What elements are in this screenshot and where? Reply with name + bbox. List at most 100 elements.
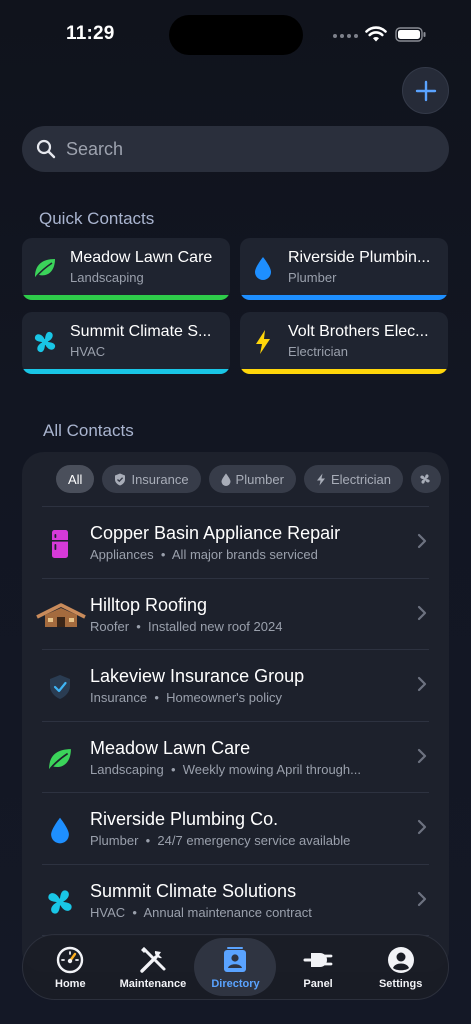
divider [42,720,429,722]
quick-contact-summit-climate[interactable]: Summit Climate S... HVAC [22,312,230,374]
list-item[interactable]: Summit Climate Solutions HVAC • Annual m… [22,863,449,936]
divider [42,577,429,579]
filter-chip-electrician[interactable]: Electrician [303,465,403,493]
filter-chip-all[interactable]: All [56,465,95,493]
shield-check-icon [42,669,78,705]
contact-subtitle: Roofer • Installed new roof 2024 [90,618,283,634]
contact-card-icon [220,945,250,975]
contacts-list: Copper Basin Appliance Repair Appliances… [22,506,449,972]
chevron-right-icon [417,605,427,620]
quick-contact-name: Meadow Lawn Care [70,249,213,266]
status-bar: 11:29 [0,0,471,70]
contact-subtitle: Landscaping • Weekly mowing April throug… [90,761,361,777]
tab-maintenance[interactable]: Maintenance [112,938,194,996]
quick-contacts-heading: Quick Contacts [39,209,155,228]
filter-chip-insurance[interactable]: Insurance [102,465,201,493]
tab-directory[interactable]: Directory [194,938,277,996]
contact-name: Hilltop Roofing [90,594,208,615]
quick-contact-name: Volt Brothers Elec... [288,323,429,340]
filter-chips: All Insurance Plumber Electrician [56,465,441,493]
tab-home[interactable]: Home [29,938,111,996]
wifi-icon [365,26,387,42]
fan-icon [420,474,430,484]
chevron-right-icon [417,819,427,835]
list-item[interactable]: Riverside Plumbing Co. Plumber • 24/7 em… [22,792,449,864]
category-color-bar [240,369,448,374]
tab-label: Settings [378,977,423,990]
tab-label: Panel [303,977,333,990]
quick-contact-category: Electrician [288,344,348,359]
list-item[interactable]: Copper Basin Appliance Repair Appliances… [22,506,449,578]
person-icon [386,945,416,975]
plug-icon [303,945,333,975]
shield-icon [115,473,126,485]
quick-contact-category: Landscaping [70,270,144,285]
house-roof-icon [34,598,88,634]
filter-chip-hvac[interactable] [410,465,441,493]
filter-chip-label: All [68,471,83,487]
leaf-icon [42,741,78,777]
divider [42,863,429,865]
fan-icon [32,329,58,355]
tab-settings[interactable]: Settings [360,938,442,996]
divider [42,792,429,793]
tools-icon [138,945,168,975]
contact-name: Copper Basin Appliance Repair [90,523,341,543]
status-time: 11:29 [66,23,115,44]
appliance-icon [42,526,78,562]
filter-chip-plumber[interactable]: Plumber [208,465,296,493]
contact-subtitle: HVAC • Annual maintenance contract [90,904,312,920]
fan-icon [42,884,78,920]
search-input[interactable] [66,138,406,160]
quick-contact-category: HVAC [70,344,106,359]
chevron-right-icon [417,748,427,763]
quick-contact-name: Riverside Plumbin... [288,249,431,266]
tab-label: Directory [211,977,260,990]
cellular-signal-icon [333,34,358,38]
quick-contact-name: Summit Climate S... [70,323,212,340]
plus-icon [415,80,436,101]
tab-panel[interactable]: Panel [277,938,359,996]
category-color-bar [22,369,230,374]
contact-subtitle: Plumber • 24/7 emergency service availab… [90,833,351,848]
all-contacts-panel: All Insurance Plumber Electrician Copper… [22,452,449,972]
contact-name: Summit Climate Solutions [90,880,297,901]
contact-name: Meadow Lawn Care [90,737,251,758]
filter-chip-label: Plumber [235,471,284,487]
search-bar[interactable] [22,126,449,172]
chevron-right-icon [417,533,427,549]
water-drop-icon [250,255,276,281]
quick-contact-category: Plumber [288,270,337,285]
chevron-right-icon [417,891,427,906]
gauge-icon [55,945,85,975]
chevron-right-icon [417,676,427,692]
add-contact-button[interactable] [402,67,449,114]
quick-contact-riverside-plumbing[interactable]: Riverside Plumbin... Plumber [240,238,448,300]
contact-subtitle: Appliances • All major brands serviced [90,547,318,562]
bolt-icon [316,473,325,485]
all-contacts-heading: All Contacts [43,421,134,440]
search-icon [36,139,56,159]
bolt-icon [250,329,276,355]
contact-name: Lakeview Insurance Group [90,666,305,686]
quick-contact-volt-brothers[interactable]: Volt Brothers Elec... Electrician [240,312,448,374]
water-drop-icon [42,812,78,848]
dynamic-island [169,15,303,55]
list-item[interactable]: Meadow Lawn Care Landscaping • Weekly mo… [22,720,449,793]
contact-name: Riverside Plumbing Co. [90,809,279,829]
filter-chip-label: Electrician [330,471,391,487]
contact-subtitle: Insurance • Homeowner's policy [90,690,283,705]
tab-label: Home [55,977,86,990]
category-color-bar [22,295,230,300]
water-drop-icon [221,473,231,486]
filter-chip-label: Insurance [131,471,189,487]
tab-bar: Home Maintenance Directory Panel Setting… [22,934,449,1000]
battery-icon [395,27,426,42]
list-item[interactable]: Lakeview Insurance Group Insurance • Hom… [22,649,449,721]
list-item[interactable]: Hilltop Roofing Roofer • Installed new r… [22,577,449,650]
leaf-icon [32,255,58,281]
category-color-bar [240,295,448,300]
tab-label: Maintenance [119,977,187,990]
divider [42,649,429,650]
quick-contact-meadow-lawn-care[interactable]: Meadow Lawn Care Landscaping [22,238,230,300]
